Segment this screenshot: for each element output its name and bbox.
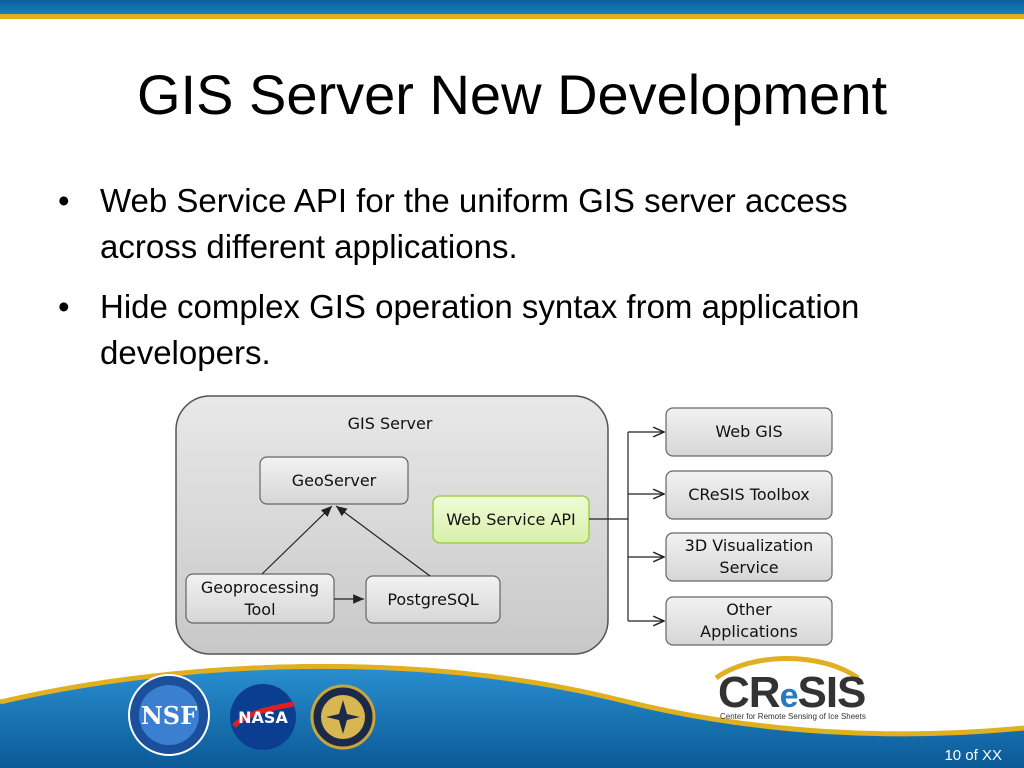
- cresis-logo-sis: SIS: [797, 668, 866, 717]
- cresis-tagline: Center for Remote Sensing of Ice Sheets: [720, 712, 866, 721]
- kansas-seal-logo: [310, 684, 376, 750]
- geoprocessing-line-1: Geoprocessing: [200, 577, 320, 597]
- nasa-logo: NASA: [230, 684, 296, 750]
- cresis-logo-cr: CR: [718, 668, 781, 717]
- postgresql-label: PostgreSQL: [387, 589, 479, 609]
- geoserver-label: GeoServer: [291, 470, 377, 490]
- other-line-1: Other: [726, 600, 772, 619]
- cresis-logo-text: CReSIS: [718, 668, 866, 718]
- nsf-logo: NSF: [128, 674, 210, 756]
- cresis-toolbox-label: CReSIS Toolbox: [688, 485, 810, 504]
- nsf-logo-text: NSF: [141, 701, 197, 730]
- geoprocessing-line-2: Tool: [244, 599, 276, 619]
- gis-server-label: GIS Server: [347, 414, 433, 433]
- viz-line-2: Service: [719, 558, 779, 577]
- web-service-api-label: Web Service API: [446, 509, 576, 529]
- web-gis-label: Web GIS: [715, 422, 783, 441]
- geoprocessing-tool-label: Geoprocessing Tool: [186, 574, 334, 623]
- other-applications-label: Other Applications: [666, 597, 832, 645]
- cresis-logo-e: e: [779, 677, 799, 715]
- page-number: 10 of XX: [944, 747, 1002, 764]
- nasa-logo-text: NASA: [238, 708, 288, 727]
- viz-line-1: 3D Visualization: [684, 536, 814, 555]
- 3d-visualization-label: 3D Visualization Service: [666, 533, 832, 581]
